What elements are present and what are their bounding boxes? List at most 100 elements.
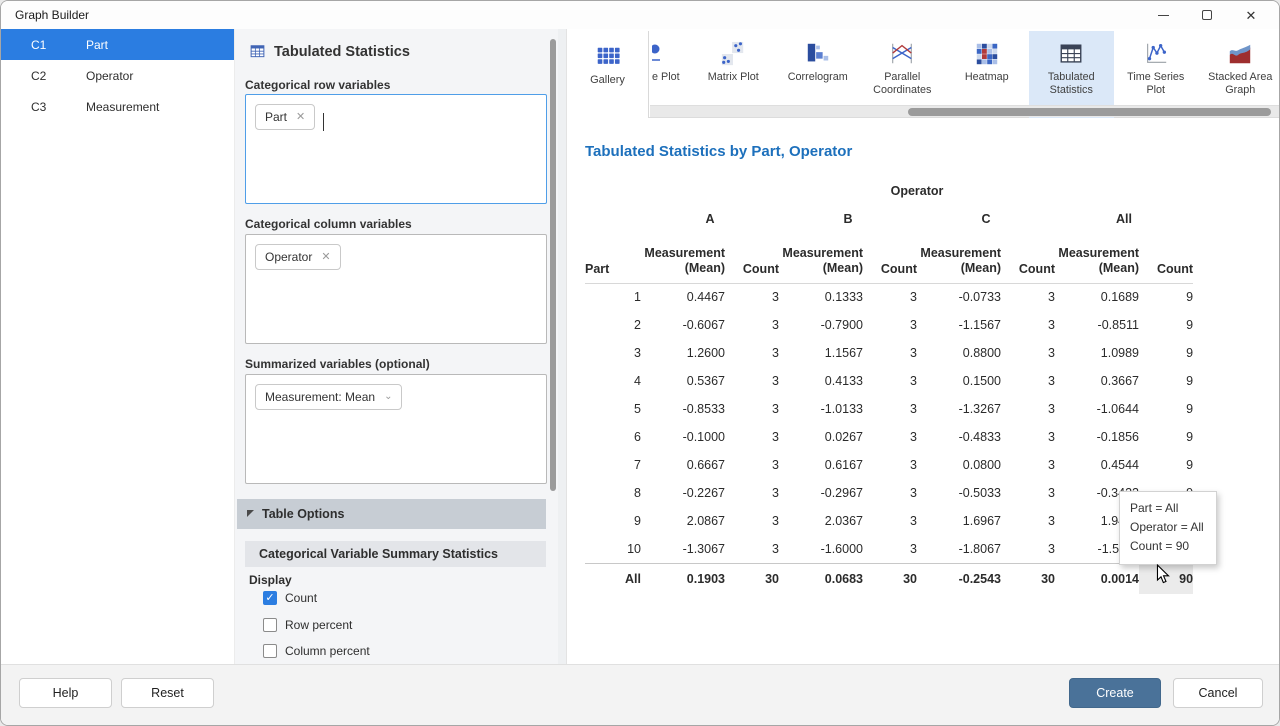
cell-count[interactable]: 3 xyxy=(863,507,917,535)
chevron-down-icon[interactable]: ⌄ xyxy=(384,392,392,402)
cell-count[interactable]: 3 xyxy=(863,367,917,395)
summarized-variables-box[interactable]: Measurement: Mean ⌄ xyxy=(245,374,547,484)
cell-mean[interactable]: 0.4544 xyxy=(1055,451,1139,479)
cell-mean[interactable]: 1.1567 xyxy=(779,339,863,367)
maximize-button[interactable] xyxy=(1185,1,1229,29)
cell-count[interactable]: 3 xyxy=(863,535,917,563)
cell-count[interactable]: 3 xyxy=(1001,479,1055,507)
cell-mean[interactable]: -1.3067 xyxy=(641,535,725,563)
cell-count[interactable]: 9 xyxy=(1139,311,1193,339)
checkbox-box[interactable]: ✓ xyxy=(263,591,277,605)
cell-mean[interactable]: -1.3267 xyxy=(917,395,1001,423)
panel-scrollbar[interactable] xyxy=(550,39,556,491)
sidebar-item-measurement[interactable]: C3 Measurement xyxy=(1,91,234,122)
row-variables-box[interactable]: Part ✕ xyxy=(245,94,547,204)
cell-mean[interactable]: 0.6167 xyxy=(779,451,863,479)
cell-mean[interactable]: 1.0989 xyxy=(1055,339,1139,367)
cell-count[interactable]: 3 xyxy=(725,339,779,367)
table-options-header[interactable]: Table Options xyxy=(237,499,546,529)
cell-count[interactable]: 9 xyxy=(1139,451,1193,479)
cell-mean[interactable]: -0.6067 xyxy=(641,311,725,339)
cell-mean[interactable]: -0.5033 xyxy=(917,479,1001,507)
reset-button[interactable]: Reset xyxy=(121,678,214,708)
cell-part[interactable]: 10 xyxy=(585,535,641,563)
cell-count[interactable]: 3 xyxy=(1001,283,1055,311)
checkbox-row-percent[interactable]: ✓ Row percent xyxy=(263,618,352,632)
gallery-scrollbar-thumb[interactable] xyxy=(908,108,1271,116)
gallery-scrollbar[interactable] xyxy=(650,105,1279,117)
cell-count[interactable]: 30 xyxy=(863,563,917,594)
cell-mean[interactable]: 2.0867 xyxy=(641,507,725,535)
cell-count[interactable]: 3 xyxy=(1001,339,1055,367)
cell-mean[interactable]: 0.0267 xyxy=(779,423,863,451)
cell-mean[interactable]: 0.3667 xyxy=(1055,367,1139,395)
cell-mean[interactable]: 0.0014 xyxy=(1055,563,1139,594)
cell-part[interactable]: 3 xyxy=(585,339,641,367)
cell-mean[interactable]: 2.0367 xyxy=(779,507,863,535)
cell-count[interactable]: 9 xyxy=(1139,339,1193,367)
cell-mean[interactable]: -0.8511 xyxy=(1055,311,1139,339)
checkbox-box[interactable]: ✓ xyxy=(263,644,277,658)
cell-count[interactable]: 3 xyxy=(1001,507,1055,535)
cell-mean[interactable]: -0.2543 xyxy=(917,563,1001,594)
checkbox-count[interactable]: ✓ Count xyxy=(263,591,317,605)
cell-mean[interactable]: -0.8533 xyxy=(641,395,725,423)
cell-count[interactable]: 3 xyxy=(725,367,779,395)
minimize-button[interactable] xyxy=(1141,1,1185,29)
cell-count[interactable]: 3 xyxy=(725,479,779,507)
cell-mean[interactable]: 0.1689 xyxy=(1055,283,1139,311)
cell-count[interactable]: 3 xyxy=(1001,451,1055,479)
cell-mean[interactable]: -1.6000 xyxy=(779,535,863,563)
cell-count[interactable]: 3 xyxy=(863,451,917,479)
cell-count[interactable]: 9 xyxy=(1139,423,1193,451)
cell-mean[interactable]: 0.8800 xyxy=(917,339,1001,367)
variable-chip-measurement-mean[interactable]: Measurement: Mean ⌄ xyxy=(255,384,402,410)
cell-mean[interactable]: -1.0644 xyxy=(1055,395,1139,423)
cell-count[interactable]: 3 xyxy=(725,423,779,451)
cell-count[interactable]: 3 xyxy=(863,423,917,451)
cell-count[interactable]: 3 xyxy=(725,395,779,423)
cell-mean[interactable]: 0.1333 xyxy=(779,283,863,311)
cell-count[interactable]: 3 xyxy=(1001,395,1055,423)
column-variables-box[interactable]: Operator ✕ xyxy=(245,234,547,344)
cell-count[interactable]: 3 xyxy=(1001,311,1055,339)
cell-count[interactable]: 3 xyxy=(1001,367,1055,395)
checkbox-box[interactable]: ✓ xyxy=(263,618,277,632)
cell-count[interactable]: 3 xyxy=(725,283,779,311)
cell-count[interactable]: 3 xyxy=(863,339,917,367)
cell-count[interactable]: 3 xyxy=(725,311,779,339)
cell-count[interactable]: 30 xyxy=(725,563,779,594)
cell-mean[interactable]: 0.4133 xyxy=(779,367,863,395)
cell-mean[interactable]: 0.0683 xyxy=(779,563,863,594)
cell-part[interactable]: 1 xyxy=(585,283,641,311)
cell-mean[interactable]: -0.7900 xyxy=(779,311,863,339)
cell-part[interactable]: 9 xyxy=(585,507,641,535)
cell-part[interactable]: 8 xyxy=(585,479,641,507)
cell-mean[interactable]: 1.6967 xyxy=(917,507,1001,535)
cell-mean[interactable]: 0.6667 xyxy=(641,451,725,479)
cell-mean[interactable]: -0.4833 xyxy=(917,423,1001,451)
close-button[interactable]: ✕ xyxy=(1229,1,1273,29)
cell-count[interactable]: 9 xyxy=(1139,367,1193,395)
cell-mean[interactable]: 0.0800 xyxy=(917,451,1001,479)
cell-count[interactable]: 3 xyxy=(725,507,779,535)
cell-part[interactable]: 7 xyxy=(585,451,641,479)
cell-mean[interactable]: -1.1567 xyxy=(917,311,1001,339)
checkbox-column-percent[interactable]: ✓ Column percent xyxy=(263,644,370,658)
cell-mean[interactable]: 0.1903 xyxy=(641,563,725,594)
cell-mean[interactable]: -0.2267 xyxy=(641,479,725,507)
cell-count[interactable]: 3 xyxy=(863,395,917,423)
cell-count[interactable]: 3 xyxy=(863,479,917,507)
create-button[interactable]: Create xyxy=(1069,678,1161,708)
cell-part[interactable]: All xyxy=(585,563,641,594)
cell-mean[interactable]: 1.2600 xyxy=(641,339,725,367)
cell-mean[interactable]: 0.1500 xyxy=(917,367,1001,395)
cell-count[interactable]: 3 xyxy=(725,535,779,563)
cell-mean[interactable]: -1.8067 xyxy=(917,535,1001,563)
cell-part[interactable]: 2 xyxy=(585,311,641,339)
cancel-button[interactable]: Cancel xyxy=(1173,678,1263,708)
cell-count[interactable]: 3 xyxy=(863,283,917,311)
variable-chip-part[interactable]: Part ✕ xyxy=(255,104,315,130)
cell-mean[interactable]: -0.1000 xyxy=(641,423,725,451)
cell-mean[interactable]: -1.0133 xyxy=(779,395,863,423)
